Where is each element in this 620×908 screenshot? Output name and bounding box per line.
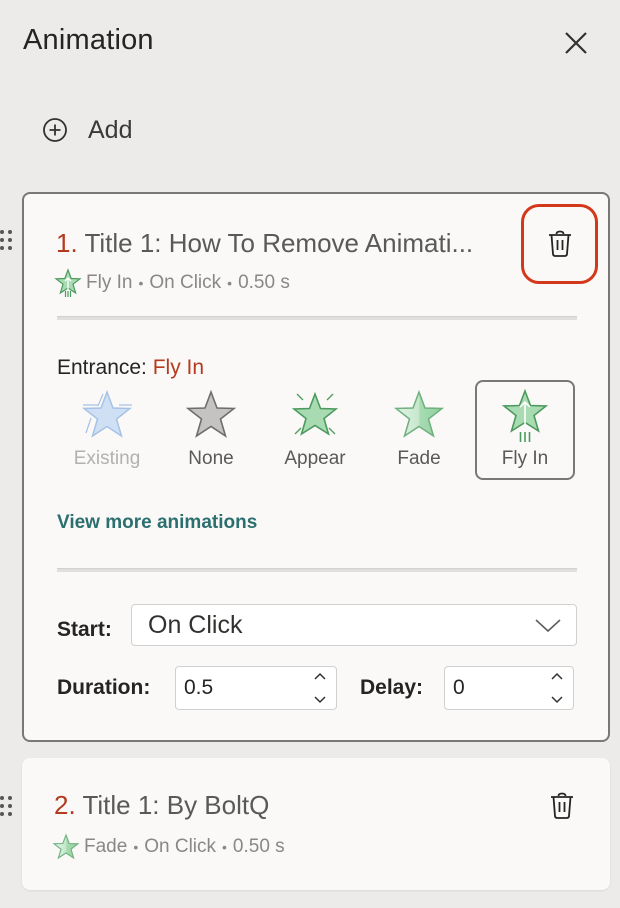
meta-separator: • bbox=[138, 275, 144, 291]
chevron-down-icon bbox=[314, 696, 326, 704]
existing-star-icon bbox=[81, 389, 133, 438]
entrance-label: Entrance: Fly In bbox=[57, 356, 204, 380]
effect-fly-in[interactable]: Fly In bbox=[475, 380, 575, 480]
start-value: On Click bbox=[148, 610, 243, 639]
meta-effect: Fade bbox=[84, 836, 128, 857]
delay-label: Delay: bbox=[360, 676, 424, 699]
item-number: 1. bbox=[56, 228, 78, 258]
delay-increment-button[interactable] bbox=[550, 670, 564, 682]
duration-increment-button[interactable] bbox=[313, 670, 327, 682]
delay-decrement-button[interactable] bbox=[550, 694, 564, 706]
trash-icon bbox=[549, 230, 571, 257]
effect-label: Appear bbox=[284, 448, 346, 469]
effect-label: None bbox=[188, 448, 234, 469]
appear-star-icon bbox=[291, 391, 339, 436]
meta-separator: • bbox=[133, 839, 139, 855]
start-label: Start: bbox=[57, 618, 112, 641]
close-icon bbox=[565, 32, 587, 54]
meta-start: On Click bbox=[144, 836, 217, 857]
item-title-text: Title 1: By BoltQ bbox=[82, 790, 270, 820]
effect-appear[interactable]: Appear bbox=[265, 382, 365, 482]
item-title-text: Title 1: How To Remove Animati... bbox=[84, 228, 474, 258]
entrance-value: Fly In bbox=[152, 356, 205, 379]
chevron-up-icon bbox=[551, 672, 563, 680]
entrance-prefix: Entrance: bbox=[57, 356, 147, 379]
duration-spinner[interactable]: 0.5 bbox=[175, 666, 337, 710]
delay-value: 0 bbox=[453, 676, 465, 699]
fade-star-icon bbox=[52, 833, 80, 860]
animation-item-1[interactable]: 1. Title 1: How To Remove Animati... Fly… bbox=[22, 192, 610, 742]
chevron-up-icon bbox=[314, 672, 326, 680]
meta-duration: 0.50 s bbox=[238, 272, 290, 293]
item-meta: Fade • On Click • 0.50 s bbox=[52, 832, 285, 862]
duration-value: 0.5 bbox=[184, 676, 214, 699]
chevron-down-icon bbox=[551, 696, 563, 704]
close-button[interactable] bbox=[558, 26, 594, 60]
delay-spinner[interactable]: 0 bbox=[444, 666, 574, 710]
view-more-animations-link[interactable]: View more animations bbox=[57, 512, 257, 534]
item-number: 2. bbox=[54, 790, 76, 820]
fly-in-star-icon bbox=[501, 388, 549, 442]
fade-star-icon bbox=[393, 389, 445, 438]
fly-in-star-icon bbox=[54, 268, 82, 297]
effect-existing[interactable]: Existing bbox=[57, 382, 157, 482]
duration-decrement-button[interactable] bbox=[313, 694, 327, 706]
plus-circle-icon bbox=[43, 118, 67, 142]
item-meta: Fly In • On Click • 0.50 s bbox=[54, 268, 290, 298]
meta-separator: • bbox=[227, 275, 233, 291]
animation-item-2[interactable]: 2. Title 1: By BoltQ Fade • On Click • 0… bbox=[22, 758, 610, 890]
effect-fade[interactable]: Fade bbox=[369, 382, 469, 482]
divider bbox=[57, 568, 577, 572]
drag-handle-item-2[interactable] bbox=[0, 796, 14, 816]
add-animation-button[interactable]: Add bbox=[42, 110, 132, 150]
drag-handle-item-1[interactable] bbox=[0, 230, 14, 250]
pane-title: Animation bbox=[23, 24, 154, 56]
effect-label: Fade bbox=[397, 448, 441, 469]
effects-gallery: Existing None Appear Fade Fly In bbox=[57, 380, 579, 484]
delete-button[interactable] bbox=[540, 224, 580, 264]
none-star-icon bbox=[185, 389, 237, 438]
effect-label: Fly In bbox=[501, 448, 549, 469]
divider bbox=[57, 316, 577, 320]
meta-separator: • bbox=[222, 839, 227, 855]
meta-start: On Click bbox=[149, 272, 222, 293]
meta-effect: Fly In bbox=[86, 272, 133, 293]
start-dropdown[interactable]: On Click bbox=[131, 604, 577, 646]
chevron-down-icon bbox=[535, 619, 561, 633]
delete-button[interactable] bbox=[542, 786, 582, 826]
duration-label: Duration: bbox=[57, 676, 151, 699]
effect-none[interactable]: None bbox=[161, 382, 261, 482]
item-title: 2. Title 1: By BoltQ bbox=[54, 790, 269, 821]
effect-label: Existing bbox=[73, 448, 141, 469]
meta-duration: 0.50 s bbox=[232, 836, 285, 857]
item-title: 1. Title 1: How To Remove Animati... bbox=[56, 228, 473, 259]
add-label: Add bbox=[88, 115, 133, 144]
trash-icon bbox=[551, 792, 573, 819]
